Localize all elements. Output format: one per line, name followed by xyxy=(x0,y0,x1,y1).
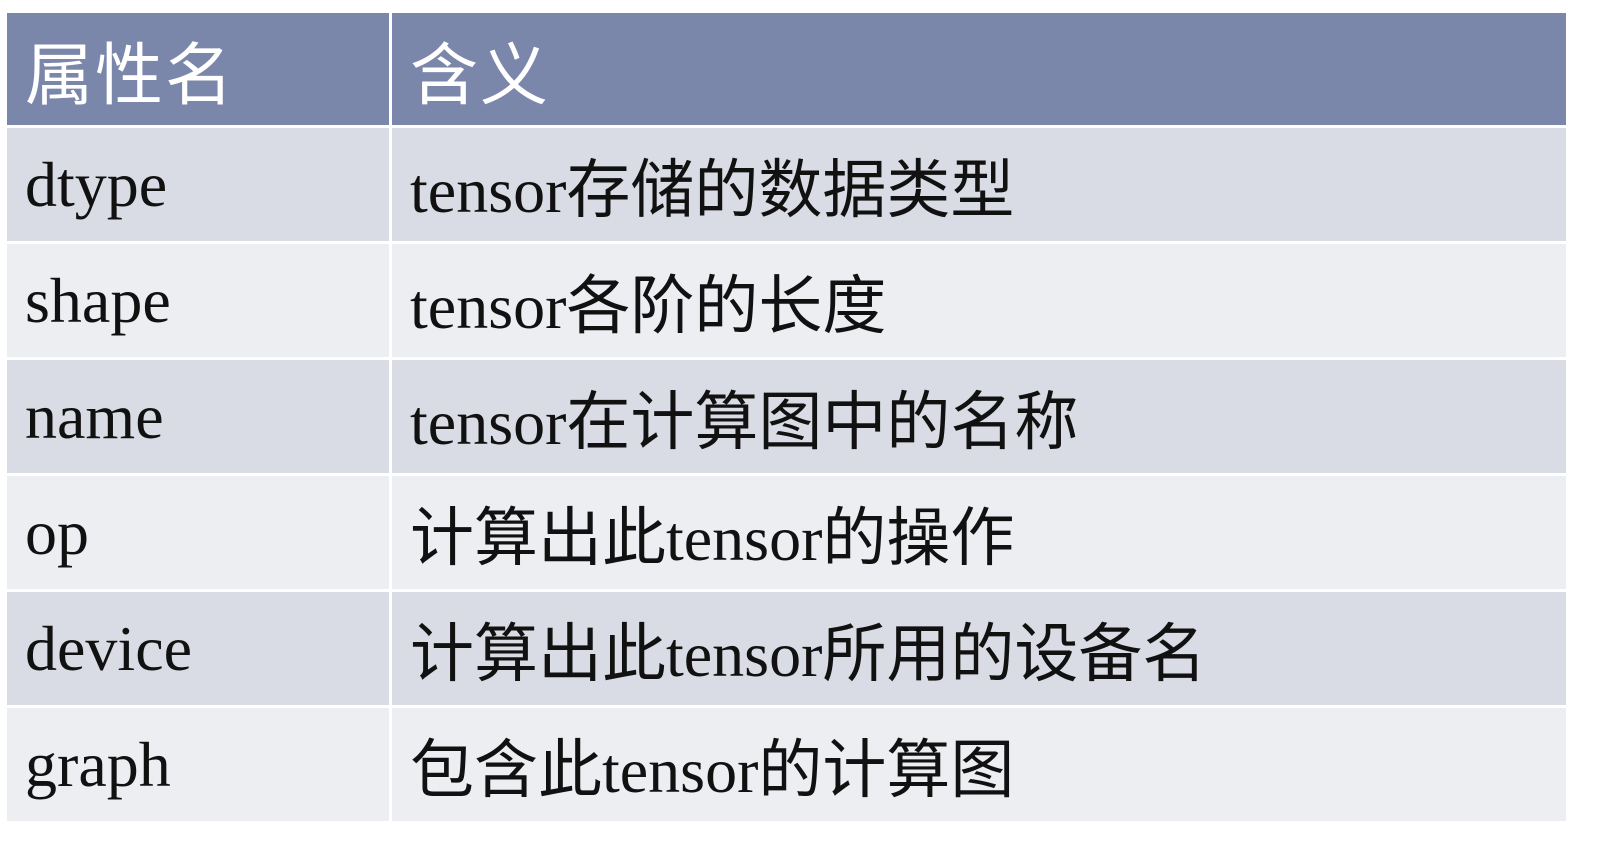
header-attribute-name: 属性名 xyxy=(4,10,392,128)
table-row: shape tensor各阶的长度 xyxy=(4,241,1569,360)
table-header: 属性名 含义 xyxy=(4,10,1569,128)
attribute-cell: shape xyxy=(4,241,392,360)
tensor-attributes-table: 属性名 含义 dtype tensor存储的数据类型 shape tensor各… xyxy=(4,10,1569,824)
attribute-cell: graph xyxy=(4,705,392,824)
table-row: dtype tensor存储的数据类型 xyxy=(4,125,1569,244)
meaning-cell: 计算出此tensor的操作 xyxy=(389,473,1569,592)
table-body: dtype tensor存储的数据类型 shape tensor各阶的长度 na… xyxy=(4,125,1569,824)
meaning-cell: tensor各阶的长度 xyxy=(389,241,1569,360)
header-row: 属性名 含义 xyxy=(4,10,1569,128)
meaning-cell: 计算出此tensor所用的设备名 xyxy=(389,589,1569,708)
attribute-cell: device xyxy=(4,589,392,708)
meaning-cell: tensor存储的数据类型 xyxy=(389,125,1569,244)
table-row: op 计算出此tensor的操作 xyxy=(4,473,1569,592)
table-row: name tensor在计算图中的名称 xyxy=(4,357,1569,476)
attribute-cell: op xyxy=(4,473,392,592)
attribute-cell: name xyxy=(4,357,392,476)
table-row: device 计算出此tensor所用的设备名 xyxy=(4,589,1569,708)
attribute-cell: dtype xyxy=(4,125,392,244)
meaning-cell: tensor在计算图中的名称 xyxy=(389,357,1569,476)
table-row: graph 包含此tensor的计算图 xyxy=(4,705,1569,824)
header-meaning: 含义 xyxy=(389,10,1569,128)
meaning-cell: 包含此tensor的计算图 xyxy=(389,705,1569,824)
